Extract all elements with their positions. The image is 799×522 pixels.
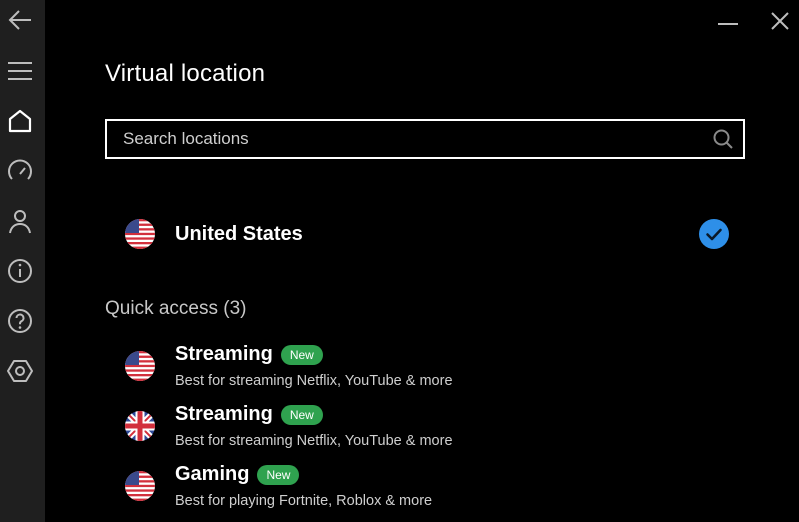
uk-flag-icon [125,411,155,441]
us-flag-icon [125,351,155,381]
quick-access-heading: Quick access (3) [105,298,247,319]
list-item-description: Best for streaming Netflix, YouTube & mo… [175,373,453,389]
menu-icon [8,62,32,80]
list-item-title: Streaming [175,403,273,425]
new-badge: New [280,404,323,425]
minimize-button[interactable] [713,6,743,36]
close-button[interactable] [765,6,795,36]
sidebar-item-home[interactable] [4,105,36,137]
list-item-title: Gaming [175,463,250,485]
selected-location-name: United States [175,222,303,245]
sidebar-item-account[interactable] [4,205,36,237]
home-icon [8,109,32,133]
sidebar-item-help[interactable] [4,305,36,337]
new-badge: New [280,344,323,365]
close-icon [771,12,789,30]
search-box[interactable] [105,119,745,159]
list-item[interactable]: Streaming New Best for streaming Netflix… [105,343,745,395]
account-icon [9,210,31,234]
list-item[interactable]: Streaming New Best for streaming Netflix… [105,403,745,455]
sidebar-item-speed[interactable] [4,155,36,187]
main-panel: Virtual location United States [45,0,799,522]
back-button[interactable] [4,4,36,36]
checkmark-icon [699,219,729,249]
back-arrow-icon [8,10,31,30]
search-input[interactable] [107,128,703,150]
list-item-title: Streaming [175,343,273,365]
list-item-description: Best for streaming Netflix, YouTube & mo… [175,433,453,449]
search-icon[interactable] [703,121,743,157]
speed-icon [8,159,32,180]
minimize-icon [718,23,738,25]
page-title: Virtual location [105,60,266,87]
list-item[interactable]: Gaming New Best for playing Fortnite, Ro… [105,463,745,515]
help-icon [8,309,32,333]
us-flag-icon [125,471,155,501]
list-item-description: Best for playing Fortnite, Roblox & more [175,493,433,509]
selected-location-row[interactable]: United States [105,210,745,258]
menu-button[interactable] [4,55,36,87]
settings-icon [7,360,33,382]
sidebar-item-info[interactable] [4,255,36,287]
info-icon [8,259,32,283]
us-flag-icon [125,219,155,249]
new-badge: New [257,464,300,485]
sidebar [0,0,45,522]
sidebar-item-settings[interactable] [4,355,36,387]
